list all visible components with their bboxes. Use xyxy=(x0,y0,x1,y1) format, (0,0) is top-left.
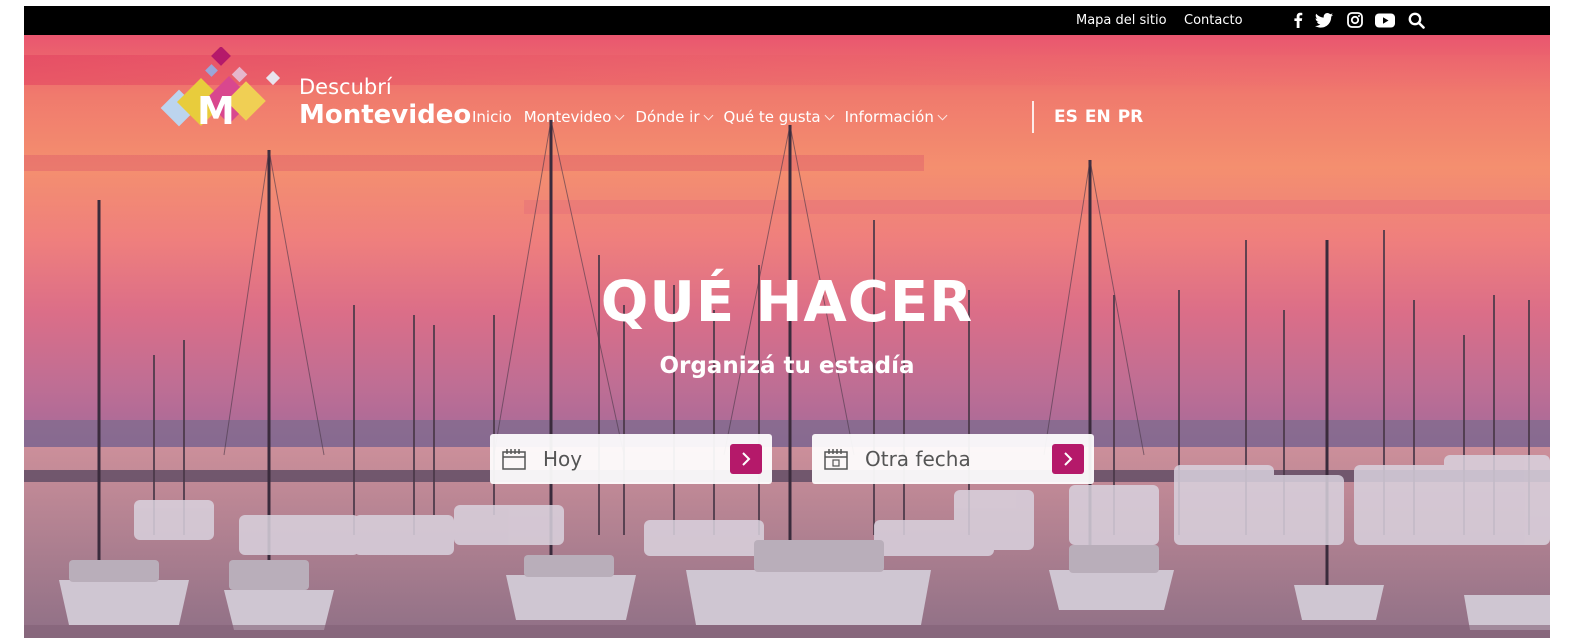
chevron-down-icon xyxy=(937,110,948,120)
hero-banner: M Descubrí Montevideo Inicio Montevideo … xyxy=(24,35,1550,638)
nav-item-label: Montevideo xyxy=(523,108,612,126)
chevron-right-icon[interactable] xyxy=(730,444,762,474)
lang-pr[interactable]: PR xyxy=(1118,107,1144,127)
nav-divider xyxy=(1032,101,1034,133)
date-button-today[interactable]: Hoy xyxy=(490,434,772,484)
date-button-label: Otra fecha xyxy=(865,447,971,471)
nav-item-inicio[interactable]: Inicio xyxy=(472,108,512,126)
main-nav: Inicio Montevideo Dónde ir Qué te gusta … xyxy=(472,108,958,126)
hero-title: QUÉ HACER xyxy=(600,270,974,335)
nav-item-label: Dónde ir xyxy=(635,108,700,126)
logo-text-line1[interactable]: Descubrí xyxy=(299,75,392,99)
nav-item-label: Inicio xyxy=(472,108,512,126)
chevron-down-icon xyxy=(703,110,713,120)
chevron-down-icon xyxy=(824,110,835,120)
youtube-icon[interactable] xyxy=(1374,9,1396,31)
calendar-icon xyxy=(502,449,526,470)
facebook-icon[interactable] xyxy=(1290,9,1306,31)
hero-subtitle: Organizá tu estadía xyxy=(659,353,915,379)
nav-item-que-te-gusta[interactable]: Qué te gusta xyxy=(723,108,835,126)
language-switcher: ES EN PR xyxy=(1054,107,1143,127)
nav-item-montevideo[interactable]: Montevideo xyxy=(523,108,625,126)
lang-en[interactable]: EN xyxy=(1085,107,1111,127)
chevron-right-icon[interactable] xyxy=(1052,444,1084,474)
page-frame: Mapa del sitio Contacto M Descubrí Monte… xyxy=(24,6,1550,638)
top-bar: Mapa del sitio Contacto xyxy=(24,6,1550,35)
nav-item-donde-ir[interactable]: Dónde ir xyxy=(635,108,713,126)
date-button-label: Hoy xyxy=(543,447,583,471)
search-icon[interactable] xyxy=(1406,9,1426,31)
nav-item-label: Información xyxy=(844,108,934,126)
logo-mark-letter: M xyxy=(197,89,235,133)
contact-link[interactable]: Contacto xyxy=(1184,13,1243,28)
instagram-icon[interactable] xyxy=(1346,9,1364,31)
nav-item-label: Qué te gusta xyxy=(723,108,821,126)
logo-text-line2[interactable]: Montevideo xyxy=(299,100,471,130)
chevron-down-icon xyxy=(614,110,625,120)
logo-mark[interactable]: M xyxy=(158,47,288,137)
date-button-other[interactable]: Otra fecha xyxy=(812,434,1094,484)
twitter-icon[interactable] xyxy=(1314,9,1334,31)
sitemap-link[interactable]: Mapa del sitio xyxy=(1076,13,1167,28)
nav-item-informacion[interactable]: Información xyxy=(844,108,948,126)
lang-es[interactable]: ES xyxy=(1054,107,1078,127)
calendar-icon xyxy=(824,449,848,470)
